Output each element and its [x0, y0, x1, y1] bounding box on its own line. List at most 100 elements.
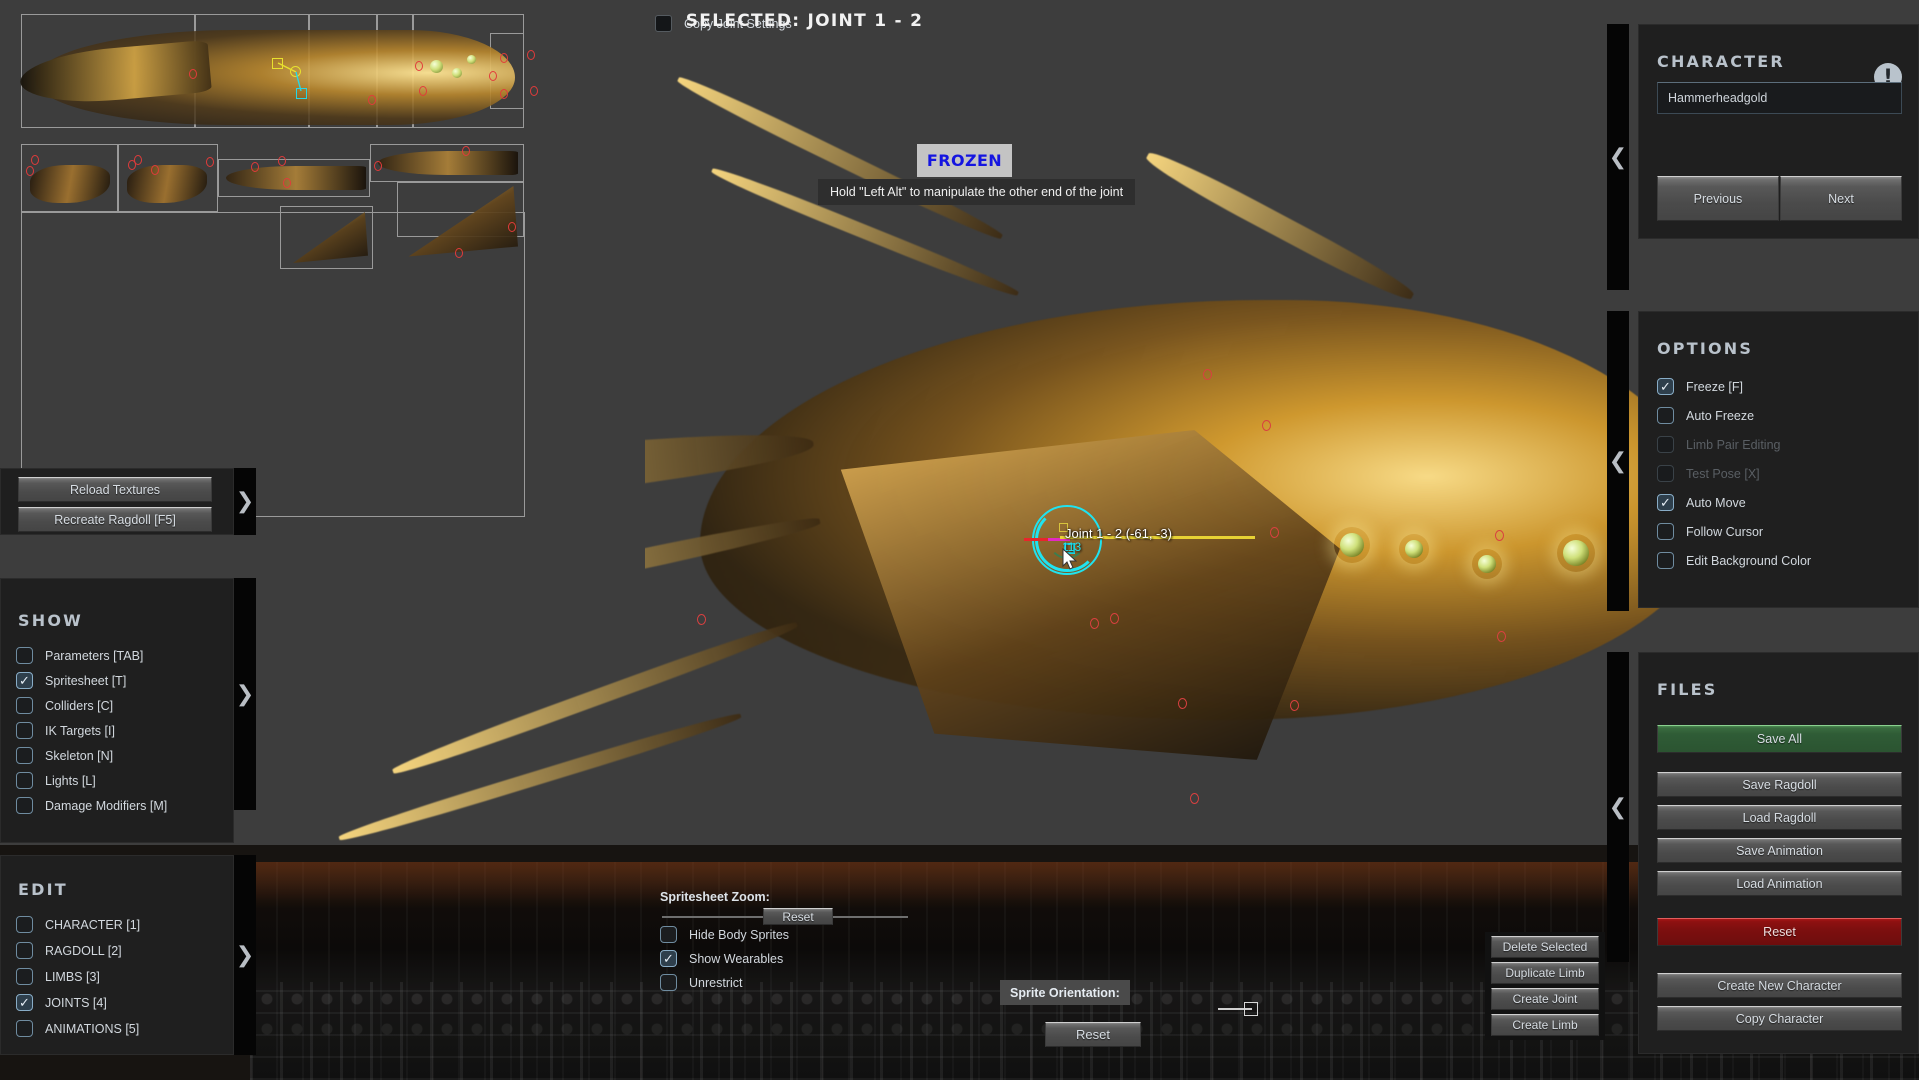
previous-character-button[interactable]: Previous — [1657, 176, 1779, 221]
edit-item-checkbox-0[interactable] — [16, 916, 33, 933]
sprite-joint-marker[interactable] — [419, 86, 427, 96]
spritesheet-option-row-0[interactable]: Hide Body Sprites — [660, 924, 789, 945]
limb-anchor-marker[interactable] — [1497, 631, 1506, 642]
edit-item-row-0[interactable]: CHARACTER [1] — [16, 914, 140, 935]
show-item-row-5[interactable]: Lights [L] — [16, 770, 167, 791]
sprite-joint-marker[interactable] — [500, 53, 508, 63]
next-character-button[interactable]: Next — [1780, 176, 1902, 221]
show-item-row-0[interactable]: Parameters [TAB] — [16, 645, 167, 666]
reset-button[interactable]: Reset — [1657, 918, 1902, 946]
show-item-checkbox-0[interactable] — [16, 647, 33, 664]
create-limb-button[interactable]: Create Limb — [1491, 1014, 1599, 1036]
show-item-checkbox-5[interactable] — [16, 772, 33, 789]
option-checkbox-1[interactable] — [1657, 407, 1674, 424]
show-item-row-3[interactable]: IK Targets [I] — [16, 720, 167, 741]
option-checkbox-checked-4[interactable]: ✓ — [1657, 494, 1674, 511]
option-row-0[interactable]: ✓ Freeze [F] — [1657, 376, 1811, 397]
sprite-joint-marker[interactable] — [26, 166, 34, 176]
reload-textures-button[interactable]: Reload Textures — [18, 477, 212, 502]
sprite-joint-marker[interactable] — [368, 95, 376, 105]
option-row-6[interactable]: Edit Background Color — [1657, 550, 1811, 571]
sprite-cell[interactable] — [370, 144, 524, 182]
sprite-joint-marker[interactable] — [206, 157, 214, 167]
sprite-orientation-reset-button[interactable]: Reset — [1045, 1022, 1141, 1047]
edit-panel-collapse-tab[interactable]: ❯ — [234, 855, 256, 1055]
edit-item-checkbox-4[interactable] — [16, 1020, 33, 1037]
copy-character-button[interactable]: Copy Character — [1657, 1006, 1902, 1031]
limb-anchor-marker[interactable] — [1178, 698, 1187, 709]
character-panel-collapse-tab[interactable]: ❮ — [1607, 24, 1629, 290]
character-name-input[interactable]: Hammerheadgold — [1657, 82, 1902, 114]
edit-item-row-1[interactable]: RAGDOLL [2] — [16, 940, 140, 961]
sprite-joint-marker[interactable] — [251, 162, 259, 172]
sprite-joint-marker[interactable] — [151, 165, 159, 175]
sprite-joint-marker[interactable] — [527, 50, 535, 60]
sprite-joint-marker[interactable] — [283, 178, 291, 188]
limb-anchor-marker[interactable] — [1495, 530, 1504, 541]
limb-anchor-marker[interactable] — [1110, 613, 1119, 624]
limb-anchor-marker[interactable] — [1290, 700, 1299, 711]
create-joint-button[interactable]: Create Joint — [1491, 988, 1599, 1010]
spritesheet-option-checkbox-2[interactable] — [660, 974, 677, 991]
sprite-cell[interactable] — [118, 144, 218, 212]
sprite-joint-marker[interactable] — [278, 156, 286, 166]
limb-anchor-marker[interactable] — [1270, 527, 1279, 538]
edit-item-checkbox-checked-3[interactable]: ✓ — [16, 994, 33, 1011]
files-panel-collapse-tab[interactable]: ❮ — [1607, 652, 1629, 962]
edit-item-row-2[interactable]: LIMBS [3] — [16, 966, 140, 987]
option-checkbox-6[interactable] — [1657, 552, 1674, 569]
sprite-joint-marker[interactable] — [134, 155, 142, 165]
spritesheet-option-row-2[interactable]: Unrestrict — [660, 972, 789, 993]
option-row-4[interactable]: ✓ Auto Move — [1657, 492, 1811, 513]
limb-anchor-marker[interactable] — [1262, 420, 1271, 431]
sprite-cell[interactable] — [21, 14, 195, 128]
edit-item-row-3[interactable]: ✓ JOINTS [4] — [16, 992, 140, 1013]
edit-item-checkbox-2[interactable] — [16, 968, 33, 985]
sprite-joint-marker[interactable] — [189, 69, 197, 79]
sprite-joint-marker[interactable] — [462, 146, 470, 156]
sprite-orientation-slider[interactable] — [1218, 1002, 1258, 1016]
create-new-character-button[interactable]: Create New Character — [1657, 973, 1902, 998]
limb-anchor-marker[interactable] — [1203, 369, 1212, 380]
sprite-cell[interactable] — [377, 14, 413, 128]
option-checkbox-checked-0[interactable]: ✓ — [1657, 378, 1674, 395]
limb-anchor-marker[interactable] — [1090, 618, 1099, 629]
show-item-row-4[interactable]: Skeleton [N] — [16, 745, 167, 766]
options-panel-collapse-tab[interactable]: ❮ — [1607, 311, 1629, 611]
show-item-row-2[interactable]: Colliders [C] — [16, 695, 167, 716]
show-item-checkbox-6[interactable] — [16, 797, 33, 814]
save-all-button[interactable]: Save All — [1657, 725, 1902, 753]
sprite-joint-marker[interactable] — [489, 71, 497, 81]
sprite-joint-marker[interactable] — [31, 155, 39, 165]
spritesheet-option-row-1[interactable]: ✓ Show Wearables — [660, 948, 789, 969]
show-item-checkbox-2[interactable] — [16, 697, 33, 714]
spritesheet-option-checkbox-checked-1[interactable]: ✓ — [660, 950, 677, 967]
slider-knob[interactable] — [1244, 1002, 1258, 1016]
option-checkbox-5[interactable] — [1657, 523, 1674, 540]
load-animation-button[interactable]: Load Animation — [1657, 871, 1902, 896]
limb-anchor-marker[interactable] — [1190, 793, 1199, 804]
spritesheet-zoom-reset-button[interactable]: Reset — [763, 908, 833, 925]
duplicate-limb-button[interactable]: Duplicate Limb — [1491, 962, 1599, 984]
sprite-joint-marker[interactable] — [530, 86, 538, 96]
save-ragdoll-button[interactable]: Save Ragdoll — [1657, 772, 1902, 797]
sprite-joint-marker[interactable] — [415, 61, 423, 71]
sprite-joint-marker[interactable] — [374, 161, 382, 171]
sprite-joint-marker[interactable] — [508, 222, 516, 232]
spritesheet-option-checkbox-0[interactable] — [660, 926, 677, 943]
option-row-5[interactable]: Follow Cursor — [1657, 521, 1811, 542]
sprite-joint-marker[interactable] — [455, 248, 463, 258]
spritesheet-overlay[interactable] — [0, 0, 645, 640]
sprite-cell[interactable] — [218, 159, 370, 197]
tools-panel-collapse-tab[interactable]: ❯ — [234, 468, 256, 535]
show-item-checkbox-3[interactable] — [16, 722, 33, 739]
edit-item-checkbox-1[interactable] — [16, 942, 33, 959]
delete-selected-button[interactable]: Delete Selected — [1491, 936, 1599, 958]
show-item-row-6[interactable]: Damage Modifiers [M] — [16, 795, 167, 816]
sprite-joint-marker[interactable] — [500, 89, 508, 99]
show-item-checkbox-checked-1[interactable]: ✓ — [16, 672, 33, 689]
save-animation-button[interactable]: Save Animation — [1657, 838, 1902, 863]
show-panel-collapse-tab[interactable]: ❯ — [234, 578, 256, 810]
show-item-row-1[interactable]: ✓ Spritesheet [T] — [16, 670, 167, 691]
option-row-1[interactable]: Auto Freeze — [1657, 405, 1811, 426]
